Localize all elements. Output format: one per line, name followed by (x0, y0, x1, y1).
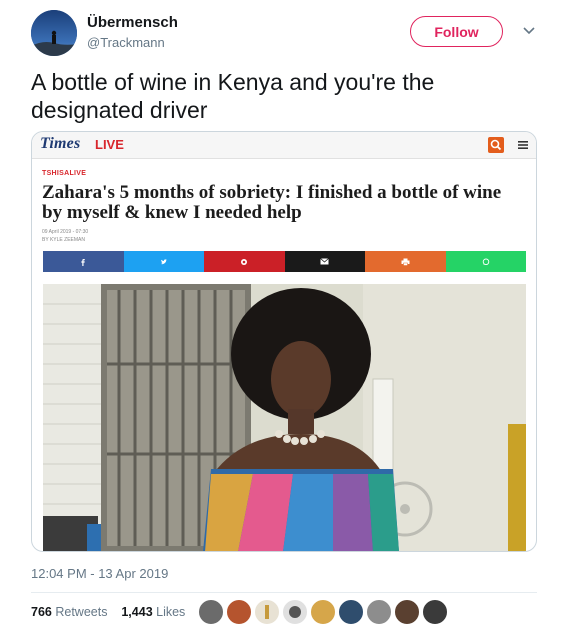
author-avatar[interactable] (31, 10, 77, 56)
article-screenshot-card[interactable]: Times LIVE TSHISALIVE Zahara's 5 months … (31, 131, 537, 552)
share-pinterest-button[interactable] (204, 251, 285, 272)
liker-avatar[interactable] (310, 599, 336, 625)
likes-count[interactable]: 1,443 (121, 605, 152, 619)
pinterest-icon (241, 258, 248, 265)
follow-button[interactable]: Follow (410, 16, 503, 47)
liker-avatar[interactable] (226, 599, 252, 625)
site-logo-times: Times (40, 135, 81, 152)
article-headline: Zahara's 5 months of sobriety: I finishe… (42, 182, 502, 223)
liker-avatar[interactable] (366, 599, 392, 625)
article-byline: BY KYLE ZEEMAN (42, 237, 85, 243)
share-buttons-row (43, 251, 526, 272)
share-twitter-button[interactable] (123, 251, 204, 272)
article-section-tag: TSHISALIVE (42, 170, 87, 177)
article-photo (43, 284, 526, 551)
share-email-button[interactable] (284, 251, 365, 272)
liker-avatar[interactable] (422, 599, 448, 625)
facebook-icon (81, 258, 86, 266)
retweets-label[interactable]: Retweets (55, 605, 107, 619)
tweet-text: A bottle of wine in Kenya and you're the… (31, 69, 435, 123)
chevron-down-icon[interactable] (521, 22, 537, 38)
search-icon[interactable] (488, 137, 504, 153)
divider (31, 592, 537, 593)
site-logo-live: LIVE (95, 137, 124, 152)
likes-label[interactable]: Likes (156, 605, 185, 619)
share-facebook-button[interactable] (43, 251, 124, 272)
liker-avatar[interactable] (198, 599, 224, 625)
email-icon (320, 258, 330, 265)
share-whatsapp-button[interactable] (445, 251, 526, 272)
article-date: 09 April 2019 - 07:30 (42, 229, 89, 235)
retweets-count[interactable]: 766 (31, 605, 52, 619)
print-icon (401, 258, 410, 266)
share-print-button[interactable] (365, 251, 446, 272)
liker-avatars (198, 599, 450, 625)
author-display-name[interactable]: Übermensch (87, 14, 178, 31)
site-header: Times LIVE (32, 132, 536, 159)
twitter-icon (160, 258, 167, 264)
liker-avatar[interactable] (282, 599, 308, 625)
tweet-stats: 766 Retweets 1,443 Likes (31, 605, 185, 619)
author-handle[interactable]: @Trackmann (87, 35, 165, 50)
whatsapp-icon (482, 258, 489, 265)
tweet-timestamp[interactable]: 12:04 PM - 13 Apr 2019 (31, 566, 168, 581)
liker-avatar[interactable] (394, 599, 420, 625)
menu-icon[interactable] (516, 138, 530, 152)
liker-avatar[interactable] (254, 599, 280, 625)
liker-avatar[interactable] (338, 599, 364, 625)
